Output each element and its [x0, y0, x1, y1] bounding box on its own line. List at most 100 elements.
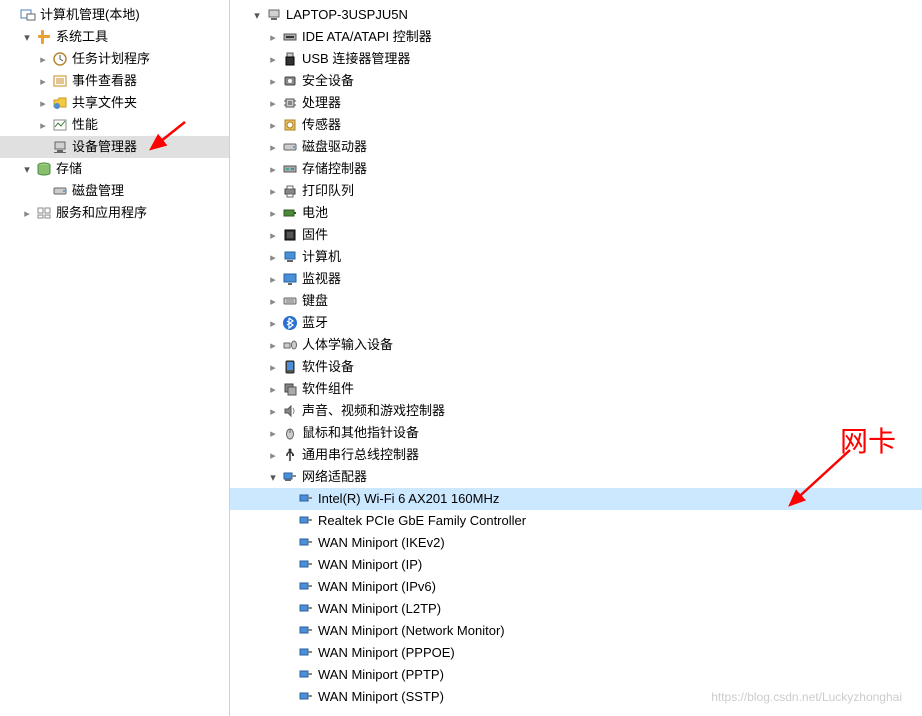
sound-icon [282, 403, 298, 419]
computer-icon [266, 7, 282, 23]
device-usb[interactable]: USB 连接器管理器 [230, 48, 922, 70]
keyboard-icon [282, 293, 298, 309]
expand-icon[interactable] [266, 272, 280, 286]
monitor-icon [282, 271, 298, 287]
nic-icon [298, 623, 314, 639]
expand-icon[interactable] [266, 162, 280, 176]
device-bluetooth[interactable]: 蓝牙 [230, 312, 922, 334]
tree-label: 系统工具 [56, 26, 108, 48]
battery-icon [282, 205, 298, 221]
expand-icon[interactable] [20, 206, 34, 220]
expand-icon[interactable] [266, 184, 280, 198]
device-sound[interactable]: 声音、视频和游戏控制器 [230, 400, 922, 422]
device-disk-drive[interactable]: 磁盘驱动器 [230, 136, 922, 158]
expand-icon[interactable] [250, 8, 264, 22]
tree-label: 鼠标和其他指针设备 [302, 422, 419, 444]
tree-label: 蓝牙 [302, 312, 328, 334]
ide-icon [282, 29, 298, 45]
device-monitor[interactable]: 监视器 [230, 268, 922, 290]
device-processor[interactable]: 处理器 [230, 92, 922, 114]
tree-label: WAN Miniport (Network Monitor) [318, 620, 505, 642]
expand-icon[interactable] [266, 118, 280, 132]
device-usb-controller[interactable]: 通用串行总线控制器 [230, 444, 922, 466]
expand-icon[interactable] [266, 404, 280, 418]
device-computers[interactable]: 计算机 [230, 246, 922, 268]
device-keyboard[interactable]: 键盘 [230, 290, 922, 312]
device-nic-wan-pptp[interactable]: WAN Miniport (PPTP) [230, 664, 922, 686]
device-ide[interactable]: IDE ATA/ATAPI 控制器 [230, 26, 922, 48]
expand-icon[interactable] [266, 206, 280, 220]
expand-icon[interactable] [36, 118, 50, 132]
device-nic-wan-pppoe[interactable]: WAN Miniport (PPPOE) [230, 642, 922, 664]
device-battery[interactable]: 电池 [230, 202, 922, 224]
performance-icon [52, 117, 68, 133]
expand-icon[interactable] [266, 448, 280, 462]
device-nic-wan-ikev2[interactable]: WAN Miniport (IKEv2) [230, 532, 922, 554]
tree-disk-management[interactable]: 磁盘管理 [0, 180, 229, 202]
usb-controller-icon [282, 447, 298, 463]
tree-event-viewer[interactable]: 事件查看器 [0, 70, 229, 92]
device-firmware[interactable]: 固件 [230, 224, 922, 246]
tree-task-scheduler[interactable]: 任务计划程序 [0, 48, 229, 70]
device-root-computer[interactable]: LAPTOP-3USPJU5N [230, 4, 922, 26]
device-storage-controller[interactable]: 存储控制器 [230, 158, 922, 180]
expand-icon[interactable] [266, 382, 280, 396]
device-nic-intel[interactable]: Intel(R) Wi-Fi 6 AX201 160MHz [230, 488, 922, 510]
device-print-queue[interactable]: 打印队列 [230, 180, 922, 202]
expand-icon[interactable] [266, 338, 280, 352]
event-viewer-icon [52, 73, 68, 89]
device-hid[interactable]: 人体学输入设备 [230, 334, 922, 356]
expand-icon[interactable] [36, 74, 50, 88]
device-nic-wan-netmon[interactable]: WAN Miniport (Network Monitor) [230, 620, 922, 642]
expand-icon[interactable] [266, 140, 280, 154]
expand-icon[interactable] [20, 162, 34, 176]
tree-system-tools[interactable]: 系统工具 [0, 26, 229, 48]
device-software-components[interactable]: 软件组件 [230, 378, 922, 400]
device-nic-wan-l2tp[interactable]: WAN Miniport (L2TP) [230, 598, 922, 620]
tree-device-manager[interactable]: 设备管理器 [0, 136, 229, 158]
tree-label: 磁盘管理 [72, 180, 124, 202]
nic-icon [298, 557, 314, 573]
device-mouse[interactable]: 鼠标和其他指针设备 [230, 422, 922, 444]
tree-label: USB 连接器管理器 [302, 48, 410, 70]
expand-icon[interactable] [266, 250, 280, 264]
expand-icon[interactable] [266, 52, 280, 66]
software-device-icon [282, 359, 298, 375]
nic-icon [298, 491, 314, 507]
expand-icon[interactable] [266, 470, 280, 484]
expand-icon[interactable] [266, 360, 280, 374]
device-network-adapters[interactable]: 网络适配器 [230, 466, 922, 488]
expand-icon[interactable] [36, 96, 50, 110]
tree-root-computer-management[interactable]: 计算机管理(本地) [0, 4, 229, 26]
expand-icon[interactable] [266, 316, 280, 330]
tree-label: 网络适配器 [302, 466, 367, 488]
services-icon [36, 205, 52, 221]
mouse-icon [282, 425, 298, 441]
expand-icon[interactable] [20, 30, 34, 44]
expand-icon[interactable] [266, 74, 280, 88]
tree-label: 存储控制器 [302, 158, 367, 180]
device-security[interactable]: 安全设备 [230, 70, 922, 92]
nic-icon [298, 601, 314, 617]
device-software-devices[interactable]: 软件设备 [230, 356, 922, 378]
expand-icon[interactable] [266, 30, 280, 44]
expand-icon[interactable] [266, 96, 280, 110]
storage-icon [36, 161, 52, 177]
device-nic-realtek[interactable]: Realtek PCIe GbE Family Controller [230, 510, 922, 532]
tree-services-apps[interactable]: 服务和应用程序 [0, 202, 229, 224]
usb-icon [282, 51, 298, 67]
tree-shared-folders[interactable]: 共享文件夹 [0, 92, 229, 114]
expand-icon[interactable] [266, 426, 280, 440]
tree-performance[interactable]: 性能 [0, 114, 229, 136]
device-sensor[interactable]: 传感器 [230, 114, 922, 136]
system-tools-icon [36, 29, 52, 45]
cpu-icon [282, 95, 298, 111]
expand-icon[interactable] [266, 294, 280, 308]
expand-icon[interactable] [36, 52, 50, 66]
expand-icon[interactable] [266, 228, 280, 242]
tree-label: 设备管理器 [72, 136, 137, 158]
storage-controller-icon [282, 161, 298, 177]
tree-storage[interactable]: 存储 [0, 158, 229, 180]
device-nic-wan-ip[interactable]: WAN Miniport (IP) [230, 554, 922, 576]
device-nic-wan-ipv6[interactable]: WAN Miniport (IPv6) [230, 576, 922, 598]
